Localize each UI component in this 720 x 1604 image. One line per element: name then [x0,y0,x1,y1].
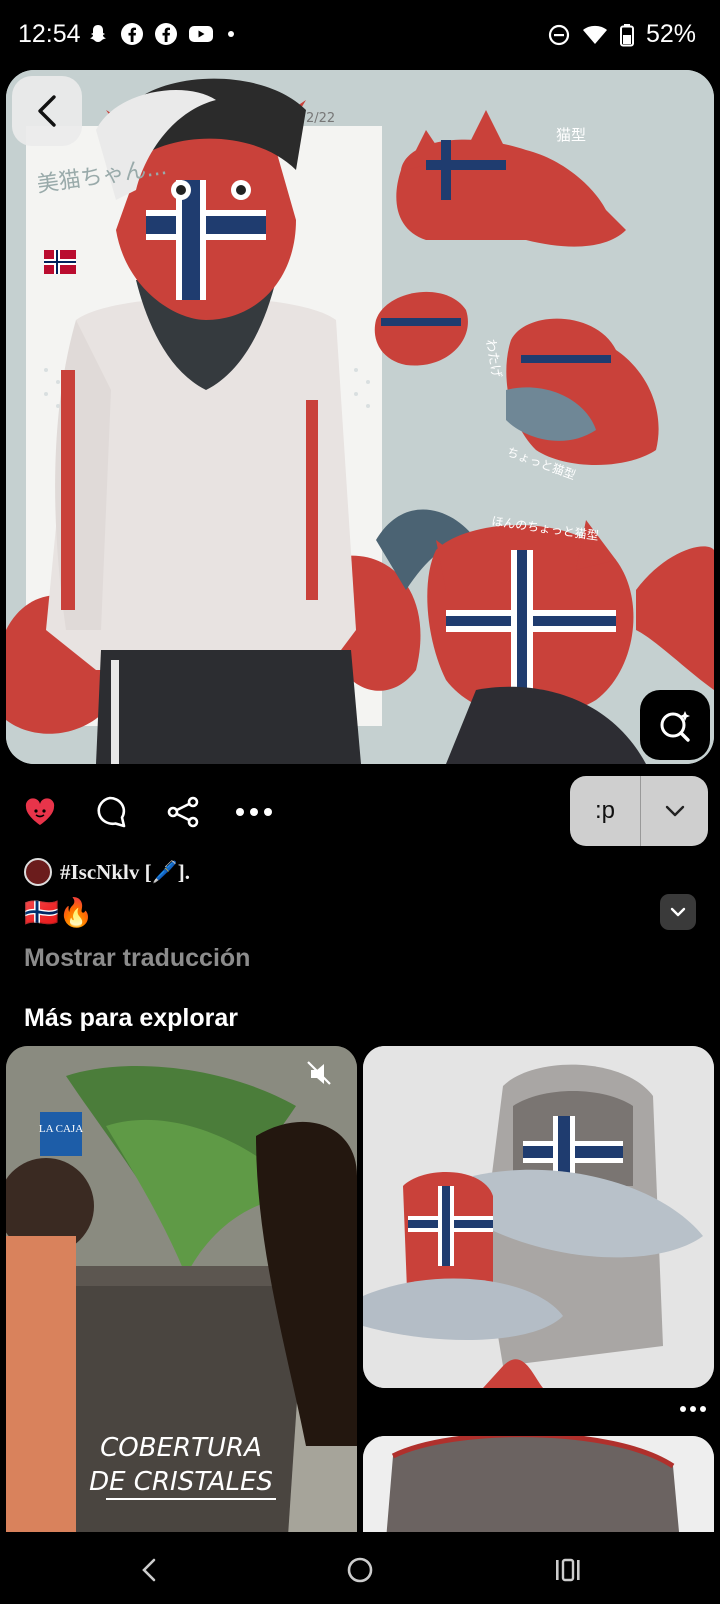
pin-actions: :p [0,776,720,852]
dot-icon [228,31,234,37]
norway-fish-thumbnail [363,1046,714,1388]
share-icon [167,796,199,828]
notification-icons [86,22,238,46]
back-icon [142,1558,156,1582]
explore-card-video[interactable]: LA CAJA COBERTURA DE CRISTALES [6,1046,357,1566]
like-button[interactable] [18,790,62,834]
pin-description: 🇳🇴🔥 [24,896,94,929]
nav-recents-button[interactable] [538,1550,598,1590]
show-translation-link[interactable]: Mostrar traducción [24,944,250,973]
explore-card-norway-fish[interactable] [363,1046,714,1388]
snapchat-icon [90,25,106,42]
home-icon [347,1557,373,1583]
nav-back-button[interactable] [120,1550,180,1590]
board-dropdown[interactable] [641,776,708,846]
system-icons: 52% [548,20,696,49]
more-icon [236,808,272,816]
recents-icon [556,1558,580,1582]
facebook-icon [155,23,177,45]
status-bar: 12:54 52% [0,0,720,68]
facebook-icon [121,23,143,45]
image-cat-type-note: 猫型 [556,126,586,144]
author-name[interactable]: #IscNklv [🖊️]. [60,860,190,885]
do-not-disturb-icon [548,24,570,45]
description-emojis: 🇳🇴🔥 [24,897,94,928]
video-thumbnail: LA CAJA COBERTURA DE CRISTALES [6,1046,357,1566]
pin-illustration: 2/22 美猫ちゃん... 猫型 わたげ ちょっと猫型 ほんのちょっと猫型 [6,70,714,764]
avatar[interactable] [24,858,52,886]
author-row[interactable]: #IscNklv [🖊️]. [24,858,190,886]
battery-percent: 52% [645,20,696,48]
chevron-down-icon [670,907,686,917]
lens-search-icon [660,711,690,742]
heart-icon [25,798,55,825]
system-navigation-bar [0,1532,720,1604]
wifi-icon [582,25,607,44]
board-name[interactable]: :p [570,776,641,846]
comment-button[interactable] [88,790,132,834]
share-button[interactable] [161,790,205,834]
chevron-left-icon [38,95,56,127]
video-caption-line2: DE CRISTALES [89,1467,273,1497]
more-options-button[interactable] [232,790,276,834]
back-button[interactable] [12,76,82,146]
youtube-icon [189,26,213,42]
video-caption-line1: COBERTURA [100,1433,262,1463]
more-to-explore-heading: Más para explorar [24,1004,238,1032]
visual-search-button[interactable] [640,690,710,760]
comment-icon [97,796,126,828]
brand-logo-text: LA CAJA [39,1123,83,1135]
image-date-text: 2/22 [306,111,335,126]
battery-icon [619,23,634,46]
board-selector[interactable]: :p [570,776,708,846]
card-more-options[interactable] [680,1406,706,1412]
status-time: 12:54 [18,20,81,48]
chevron-down-icon [665,805,684,817]
nav-home-button[interactable] [330,1550,390,1590]
expand-description-button[interactable] [660,894,696,930]
pin-image[interactable]: 2/22 美猫ちゃん... 猫型 わたげ ちょっと猫型 ほんのちょっと猫型 [6,70,714,764]
